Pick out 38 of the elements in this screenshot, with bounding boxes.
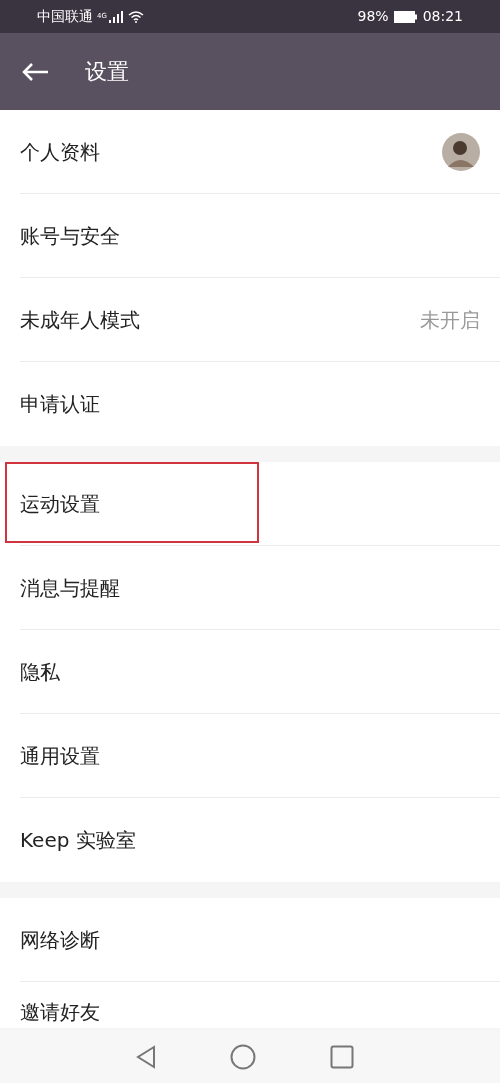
signal-icon: [108, 10, 123, 23]
recents-square-icon: [330, 1044, 354, 1069]
settings-row[interactable]: 个人资料: [0, 110, 500, 194]
back-nav-button[interactable]: [136, 1044, 156, 1069]
settings-row[interactable]: 申请认证: [0, 362, 500, 446]
setting-label[interactable]: 账号与安全: [20, 226, 120, 246]
settings-row[interactable]: 隐私: [0, 630, 500, 714]
setting-label[interactable]: 隐私: [20, 662, 60, 682]
setting-label[interactable]: 邀请好友: [20, 1002, 100, 1022]
home-circle-icon: [230, 1043, 256, 1070]
settings-row[interactable]: 消息与提醒: [0, 546, 500, 630]
home-nav-button[interactable]: [230, 1043, 256, 1070]
setting-label[interactable]: 运动设置: [20, 494, 100, 514]
settings-row[interactable]: Keep 实验室: [0, 798, 500, 882]
setting-label[interactable]: 个人资料: [20, 142, 100, 162]
back-triangle-icon: [136, 1044, 156, 1069]
battery-percent: 98%: [357, 7, 389, 26]
clock: 08:21: [422, 7, 463, 26]
battery-icon: [393, 10, 418, 23]
setting-label[interactable]: Keep 实验室: [20, 830, 136, 850]
carrier-name: 中国联通: [37, 7, 93, 26]
back-arrow-icon: [21, 61, 49, 82]
settings-row[interactable]: 邀请好友: [0, 982, 500, 1028]
recents-nav-button[interactable]: [330, 1044, 354, 1069]
setting-label[interactable]: 未成年人模式: [20, 310, 140, 330]
page-title: 设置: [85, 58, 129, 86]
setting-label[interactable]: 通用设置: [20, 746, 100, 766]
settings-row[interactable]: 通用设置: [0, 714, 500, 798]
avatar[interactable]: [442, 133, 480, 171]
settings-row[interactable]: 运动设置: [0, 462, 500, 546]
setting-label[interactable]: 申请认证: [20, 394, 100, 414]
settings-row[interactable]: 未成年人模式 未开启: [0, 278, 500, 362]
setting-value: 未开启: [420, 310, 480, 330]
wifi-icon: [127, 10, 144, 23]
setting-label[interactable]: 消息与提醒: [20, 578, 120, 598]
setting-label[interactable]: 网络诊断: [20, 930, 100, 950]
settings-row[interactable]: 网络诊断: [0, 898, 500, 982]
settings-row[interactable]: 账号与安全: [0, 194, 500, 278]
